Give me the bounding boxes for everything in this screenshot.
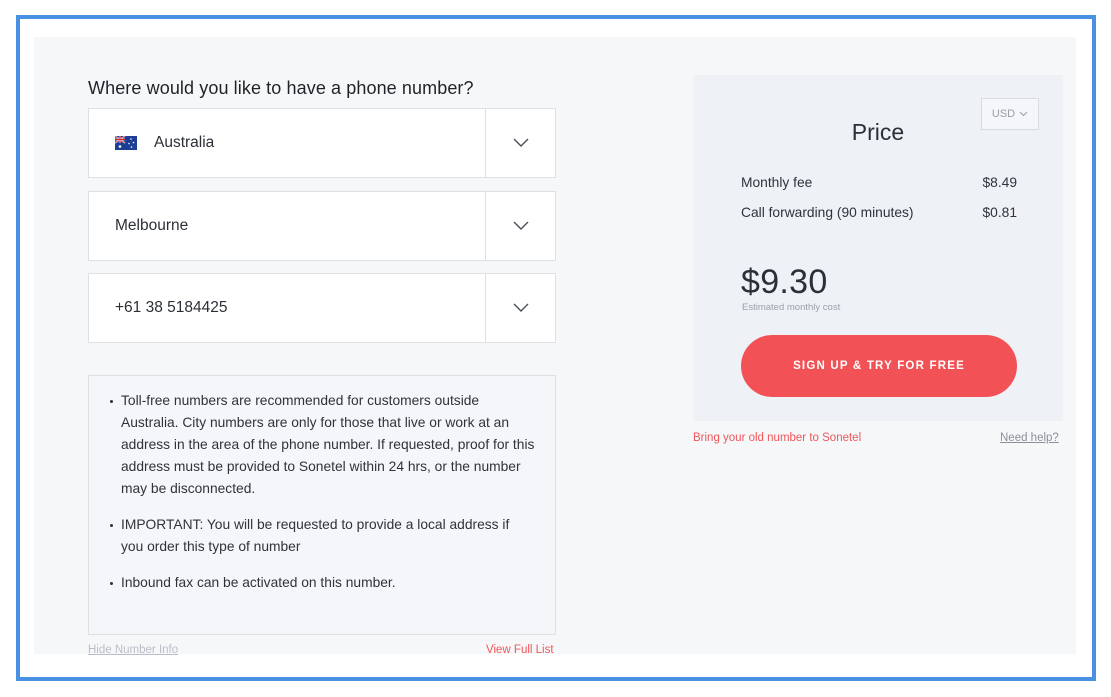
hide-number-info-link[interactable]: Hide Number Info (88, 644, 178, 656)
price-line-amount: $8.49 (982, 175, 1017, 190)
number-select-value-area[interactable]: +61 38 5184425 (89, 274, 485, 342)
sign-up-button[interactable]: SIGN UP & TRY FOR FREE (741, 335, 1017, 397)
number-info-item: Toll-free numbers are recommended for cu… (109, 390, 535, 500)
price-title: Price (851, 119, 905, 145)
chevron-down-icon (1019, 111, 1028, 117)
australia-flag-icon (115, 136, 137, 150)
chevron-down-icon (513, 221, 528, 230)
number-info-item: IMPORTANT: You will be requested to prov… (109, 514, 535, 558)
bring-old-number-link[interactable]: Bring your old number to Sonetel (693, 432, 861, 444)
price-line-call-forwarding: Call forwarding (90 minutes) $0.81 (741, 205, 1017, 220)
page-heading: Where would you like to have a phone num… (88, 78, 474, 98)
city-select[interactable]: Melbourne (88, 191, 556, 261)
need-help-link[interactable]: Need help? (1000, 432, 1059, 444)
price-line-label: Monthly fee (741, 175, 813, 190)
price-card: USD Price Monthly fee $8.49 Call forward… (693, 75, 1063, 421)
city-select-label: Melbourne (115, 217, 189, 234)
country-select[interactable]: Australia (88, 108, 556, 178)
number-info-item: Inbound fax can be activated on this num… (109, 572, 535, 594)
screenshot-frame: Where would you like to have a phone num… (16, 15, 1096, 681)
city-select-value-area[interactable]: Melbourne (89, 192, 485, 260)
country-select-value-area[interactable]: Australia (89, 109, 485, 177)
number-info-box: Toll-free numbers are recommended for cu… (88, 375, 556, 635)
price-line-amount: $0.81 (982, 205, 1017, 220)
chevron-down-icon (513, 303, 528, 312)
page-background: Where would you like to have a phone num… (34, 37, 1076, 656)
chevron-down-icon (513, 138, 528, 147)
country-dropdown-toggle[interactable] (485, 109, 555, 177)
number-dropdown-toggle[interactable] (485, 274, 555, 342)
number-info-list: Toll-free numbers are recommended for cu… (109, 390, 535, 594)
number-select-label: +61 38 5184425 (115, 299, 228, 316)
total-price: $9.30 (741, 263, 828, 301)
view-full-list-link[interactable]: View Full List (486, 644, 554, 656)
number-select[interactable]: +61 38 5184425 (88, 273, 556, 343)
city-dropdown-toggle[interactable] (485, 192, 555, 260)
total-price-caption: Estimated monthly cost (742, 302, 841, 313)
price-line-monthly-fee: Monthly fee $8.49 (741, 175, 1017, 190)
price-line-label: Call forwarding (90 minutes) (741, 205, 914, 220)
country-select-label: Australia (154, 134, 215, 151)
